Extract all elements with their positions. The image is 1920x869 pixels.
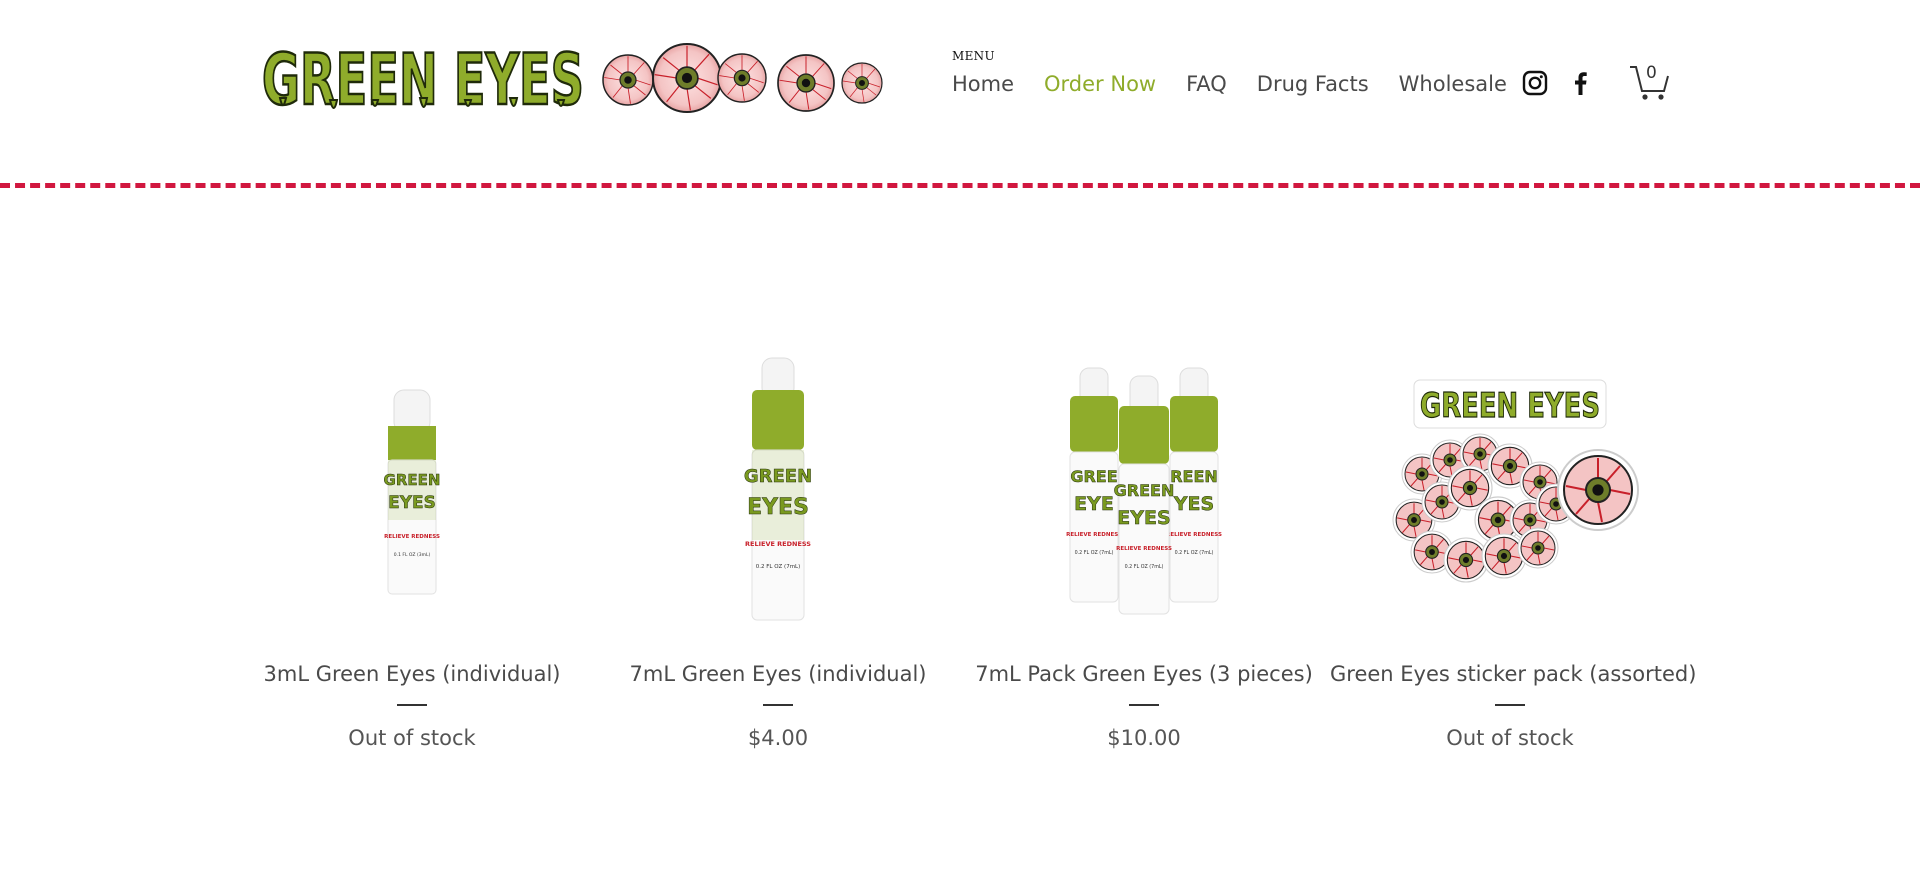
menu-label: MENU	[952, 49, 995, 63]
price-separator	[763, 704, 793, 706]
nav-home[interactable]: Home	[952, 72, 1014, 96]
product-card[interactable]: GREE EYE RELIEVE REDNESS 0.2 FL OZ (7mL)…	[964, 340, 1324, 750]
product-name[interactable]: 3mL Green Eyes (individual)	[232, 662, 592, 686]
svg-text:YES: YES	[1173, 493, 1214, 515]
facebook-icon[interactable]	[1568, 70, 1594, 96]
svg-text:EYES: EYES	[1117, 507, 1170, 529]
product-name[interactable]: 7mL Pack Green Eyes (3 pieces)	[964, 662, 1324, 686]
svg-text:EYE: EYE	[1074, 493, 1114, 515]
pack-bottle-right: REEN YES RELIEVE REDNESS 0.2 FL OZ (7mL)	[1166, 367, 1222, 603]
svg-text:RELIEVE REDNESS: RELIEVE REDNESS	[1166, 532, 1222, 538]
nav-wholesale[interactable]: Wholesale	[1399, 72, 1507, 96]
svg-text:RELIEVE REDNESS: RELIEVE REDNESS	[745, 540, 811, 548]
svg-text:GREEN: GREEN	[1114, 481, 1175, 500]
svg-text:GREE: GREE	[1070, 467, 1117, 486]
product-card[interactable]: GREEN EYES Green Eyes sticker pack (asso	[1330, 340, 1696, 750]
svg-text:REEN: REEN	[1170, 467, 1218, 486]
svg-text:0.2 FL OZ (7mL): 0.2 FL OZ (7mL)	[1075, 550, 1114, 556]
product-image-3ml-bottle[interactable]: GREEN EYES RELIEVE REDNESS 0.1 FL OZ (3m…	[232, 340, 592, 640]
svg-text:0.2 FL OZ (7mL): 0.2 FL OZ (7mL)	[1125, 564, 1164, 570]
price-separator	[397, 704, 427, 706]
product-price: $10.00	[1107, 726, 1181, 750]
svg-text:EYES: EYES	[388, 493, 436, 513]
product-image-sticker-pack[interactable]: GREEN EYES	[1330, 340, 1690, 640]
svg-text:GREEN: GREEN	[744, 466, 812, 487]
product-grid: GREEN EYES RELIEVE REDNESS 0.1 FL OZ (3m…	[232, 340, 1696, 810]
svg-text:EYES: EYES	[747, 495, 809, 520]
header-divider	[0, 183, 1920, 188]
product-card[interactable]: GREEN EYES RELIEVE REDNESS 0.1 FL OZ (3m…	[232, 340, 592, 750]
product-price: $4.00	[747, 726, 809, 750]
svg-text:0.1 FL OZ (3mL): 0.1 FL OZ (3mL)	[394, 552, 431, 558]
main-nav: Home Order Now FAQ Drug Facts Wholesale	[952, 72, 1537, 96]
nav-faq[interactable]: FAQ	[1186, 72, 1227, 96]
svg-text:0.2 FL OZ (7mL): 0.2 FL OZ (7mL)	[1175, 550, 1214, 556]
eyeball-decoration-icon	[603, 44, 882, 112]
product-price: Out of stock	[1446, 726, 1574, 750]
product-image-7ml-3-pack[interactable]: GREE EYE RELIEVE REDNESS 0.2 FL OZ (7mL)…	[964, 340, 1324, 640]
instagram-icon[interactable]	[1522, 70, 1548, 96]
logo-wordmark: GREEN EYES	[262, 39, 584, 120]
product-card[interactable]: GREEN EYES RELIEVE REDNESS 0.2 FL OZ (7m…	[598, 340, 958, 750]
svg-text:GREEN EYES: GREEN EYES	[1420, 386, 1600, 426]
social-links	[1522, 70, 1594, 96]
product-name[interactable]: 7mL Green Eyes (individual)	[598, 662, 958, 686]
pack-bottle-center: GREEN EYES RELIEVE REDNESS 0.2 FL OZ (7m…	[1113, 375, 1175, 615]
price-separator	[1129, 704, 1159, 706]
price-separator	[1495, 704, 1525, 706]
svg-text:GREEN: GREEN	[384, 471, 441, 489]
nav-drug-facts[interactable]: Drug Facts	[1257, 72, 1369, 96]
svg-text:RELIEVE REDNESS: RELIEVE REDNESS	[384, 534, 440, 540]
product-image-7ml-bottle[interactable]: GREEN EYES RELIEVE REDNESS 0.2 FL OZ (7m…	[598, 340, 958, 640]
svg-text:RELIEVE REDNESS: RELIEVE REDNESS	[1116, 546, 1172, 552]
product-name[interactable]: Green Eyes sticker pack (assorted)	[1330, 662, 1696, 686]
product-price: Out of stock	[348, 726, 476, 750]
nav-order-now[interactable]: Order Now	[1044, 72, 1156, 96]
cart-count: 0	[1646, 63, 1657, 83]
svg-text:RELIEVE REDNESS: RELIEVE REDNESS	[1066, 532, 1122, 538]
svg-text:0.2 FL OZ (7mL): 0.2 FL OZ (7mL)	[756, 564, 801, 570]
brand-logo[interactable]: GREEN EYES	[260, 36, 900, 120]
site-header: GREEN EYES MENU Home Order Now FAQ Drug …	[0, 0, 1920, 190]
